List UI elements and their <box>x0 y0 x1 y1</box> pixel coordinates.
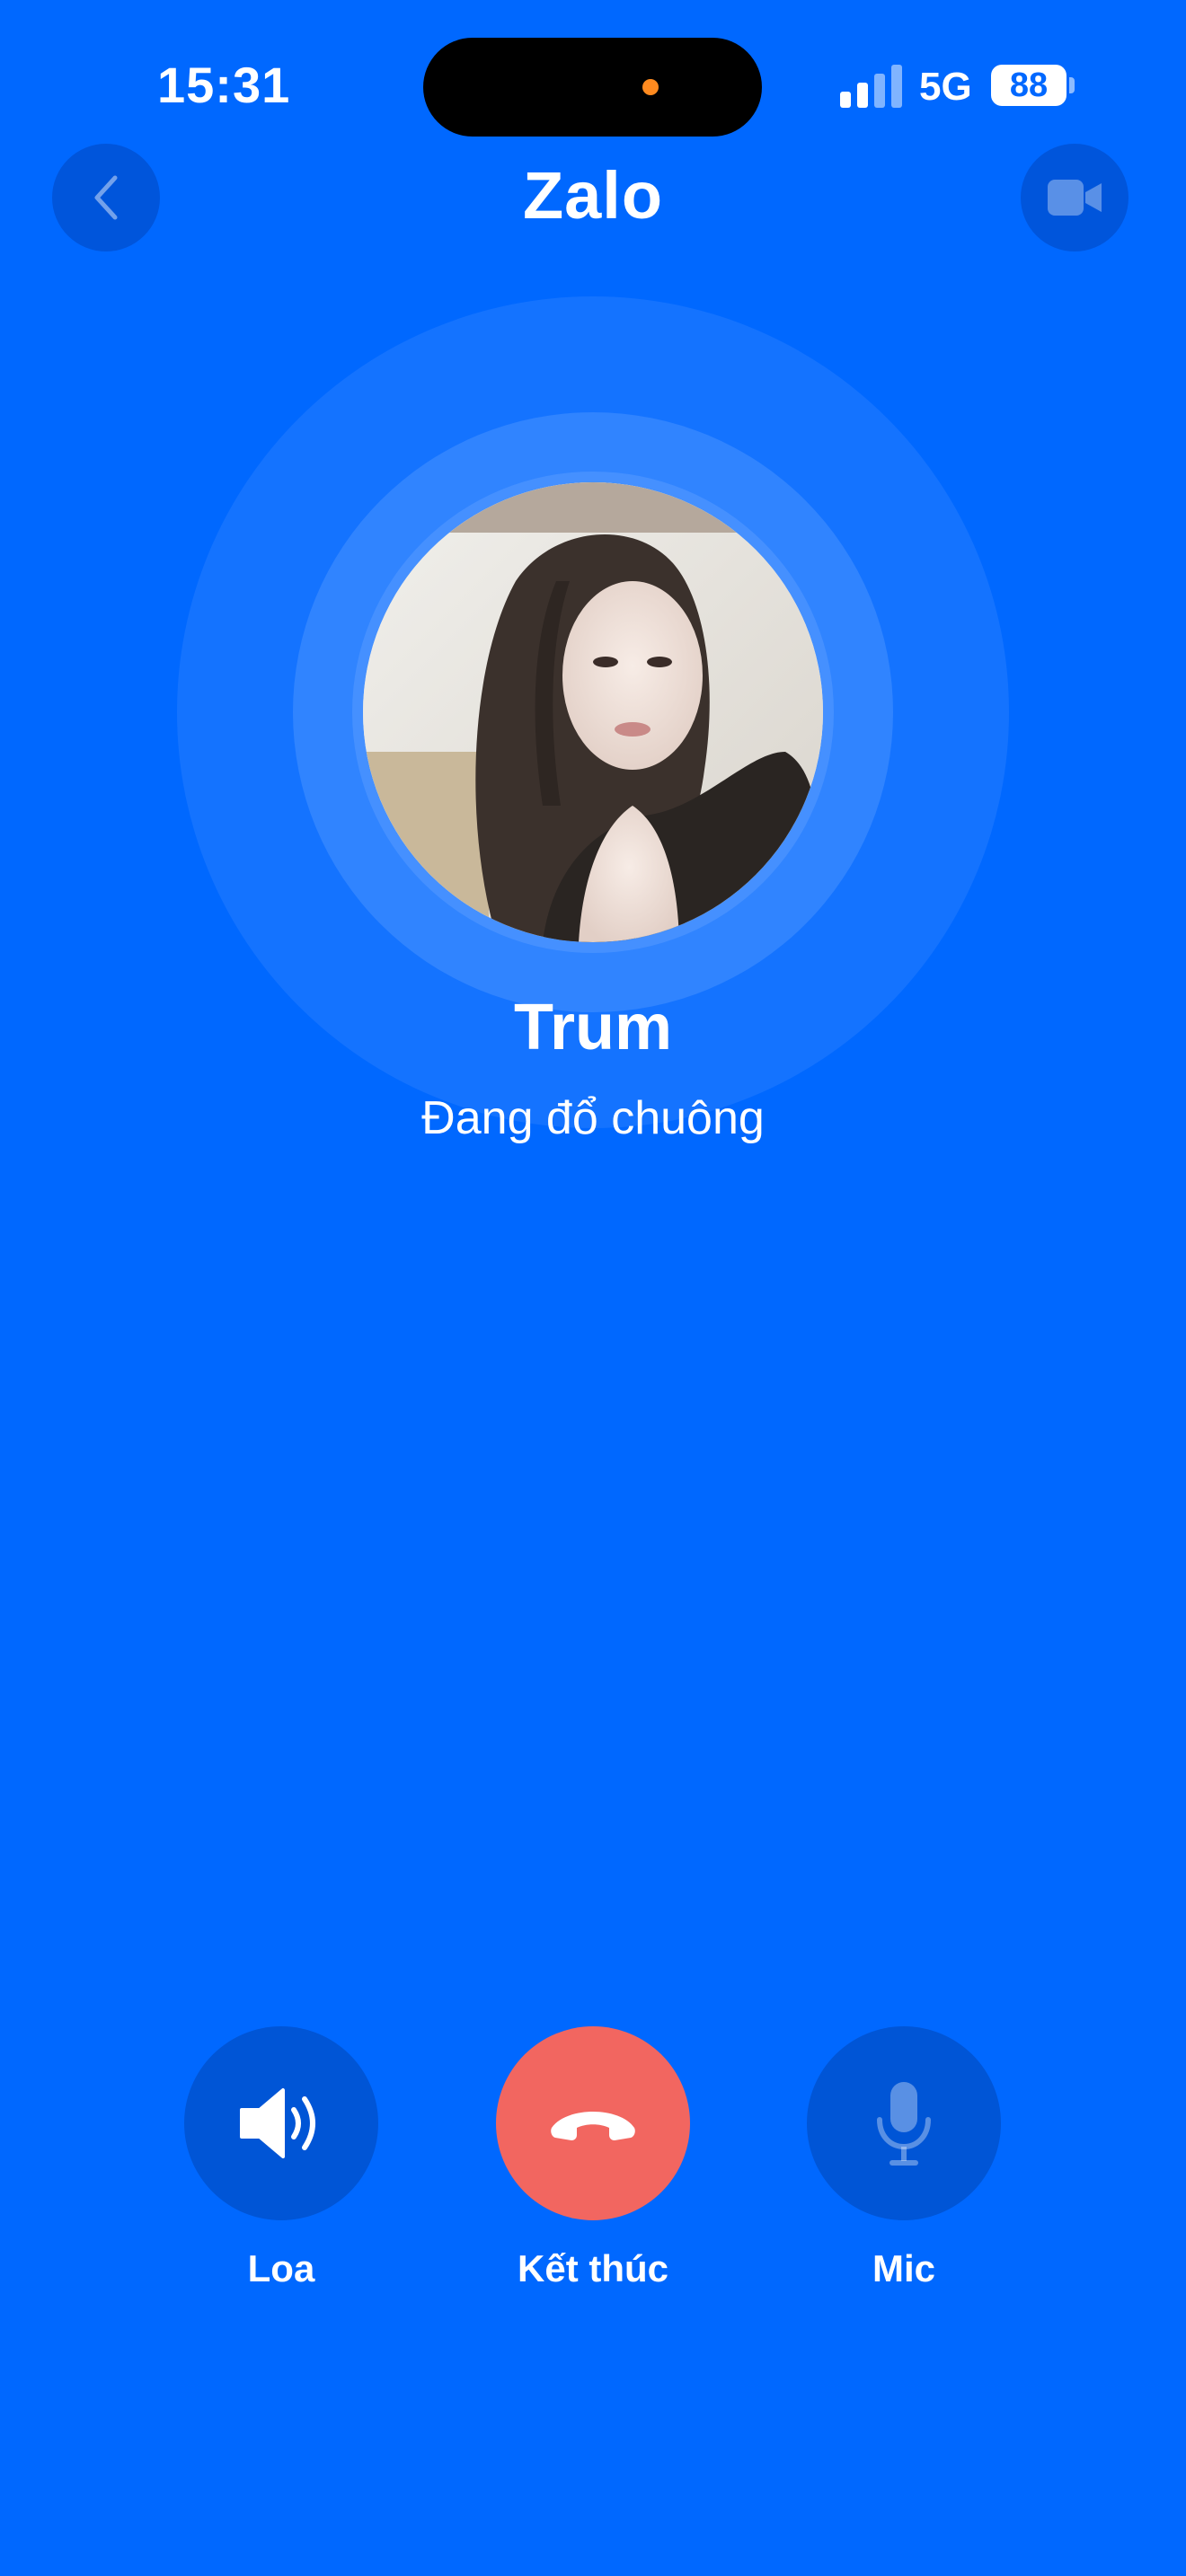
app-title: Zalo <box>522 158 664 233</box>
caller-name: Trum <box>513 992 673 1063</box>
mic-label: Mic <box>872 2247 935 2289</box>
avatar-photo <box>363 482 823 942</box>
video-call-button[interactable] <box>1021 144 1128 251</box>
mic-button[interactable] <box>807 2026 1001 2220</box>
back-button[interactable] <box>52 144 160 251</box>
video-camera-icon <box>1048 180 1102 216</box>
dynamic-island <box>423 38 762 137</box>
privacy-indicator-dot <box>642 79 659 95</box>
status-time: 15:31 <box>157 57 291 113</box>
battery-level: 88 <box>991 65 1067 106</box>
hang-up-phone-icon <box>551 2112 635 2140</box>
speaker-button[interactable] <box>184 2026 378 2220</box>
speaker-label: Loa <box>247 2247 315 2289</box>
call-status: Đang đổ chuông <box>421 1092 765 1144</box>
caller-avatar <box>363 482 823 942</box>
microphone-icon <box>877 2082 931 2166</box>
network-type: 5G <box>919 65 972 109</box>
chevron-left-icon <box>94 175 118 220</box>
battery-icon <box>1069 77 1075 93</box>
cellular-signal-icon <box>840 65 902 108</box>
speaker-icon <box>240 2088 315 2158</box>
end-call-button[interactable] <box>496 2026 690 2220</box>
end-call-label: Kết thúc <box>518 2247 668 2289</box>
